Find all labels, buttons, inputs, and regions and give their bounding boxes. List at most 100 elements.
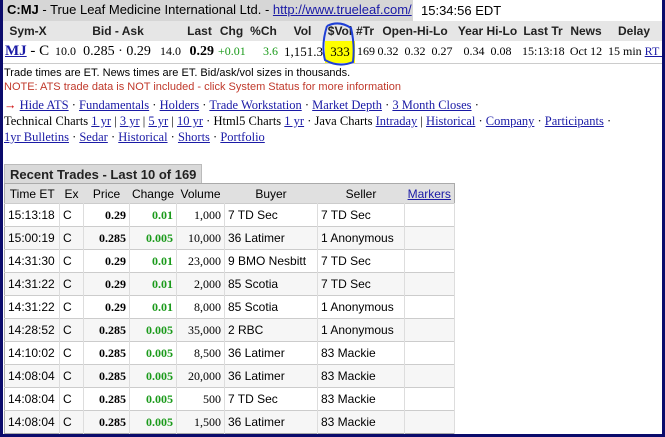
recent-trades-tab: Recent Trades - Last 10 of 169 xyxy=(4,164,203,184)
trade-change: 0.005 xyxy=(129,410,177,434)
clock: 15:34:56 EDT xyxy=(421,3,502,18)
trade-row: 14:08:04 C 0.285 0.005 20,000 36 Latimer 83 Ma… xyxy=(4,364,455,388)
link-fundamentals[interactable]: Fundamentals xyxy=(79,98,149,112)
trade-time: 14:08:04 xyxy=(4,364,60,388)
trade-time: 14:31:30 xyxy=(4,249,60,273)
trade-buyer: 36 Latimer xyxy=(224,410,318,434)
trade-change: 0.01 xyxy=(129,295,177,319)
trade-markers xyxy=(404,295,455,319)
percent-change: 3.6 xyxy=(247,41,280,64)
link-market-depth[interactable]: Market Depth xyxy=(312,98,382,112)
trade-change: 0.005 xyxy=(129,387,177,411)
dollar-volume: 333 xyxy=(325,41,355,64)
header-chg: Chg xyxy=(216,21,247,41)
company-url-link[interactable]: http://www.trueleaf.com/ xyxy=(273,2,412,17)
header-bid-ask: Bid - Ask xyxy=(53,21,183,41)
trade-seller: 7 TD Sec xyxy=(317,272,405,296)
quote-header-row: Sym-X Bid - Ask Last Chg %Ch Vol $Vol #T… xyxy=(3,21,662,41)
trade-markers xyxy=(404,341,455,365)
open-hi-lo: 0.32 0.32 0.27 xyxy=(375,41,455,64)
trade-price: 0.29 xyxy=(83,203,130,227)
trade-row: 15:13:18 C 0.29 0.01 1,000 7 TD Sec 7 TD Sec xyxy=(4,203,455,227)
bid-ask: 0.285 · 0.29 xyxy=(77,41,157,64)
trade-change: 0.005 xyxy=(129,364,177,388)
trade-buyer: 85 Scotia xyxy=(224,295,318,319)
link-tech-10yr[interactable]: 10 yr xyxy=(177,114,203,128)
trade-exchange: C xyxy=(59,341,84,365)
quote-row: MJ - C 10.0 0.285 · 0.29 14.0 0.29 +0.01… xyxy=(3,41,662,64)
header-ex: Ex xyxy=(59,183,84,204)
recent-trades-table: Time ET Ex Price Change Volume Buyer Sel… xyxy=(4,183,455,434)
link-3-month-closes[interactable]: 3 Month Closes xyxy=(392,98,471,112)
trade-buyer: 2 RBC xyxy=(224,318,318,342)
ask: 0.29 xyxy=(126,43,151,59)
company-name: - True Leaf Medicine International Ltd. … xyxy=(38,2,273,17)
header-seller: Seller xyxy=(317,183,405,204)
trade-volume: 1,500 xyxy=(176,410,225,434)
link-company[interactable]: Company xyxy=(486,114,535,128)
link-intraday[interactable]: Intraday xyxy=(376,114,418,128)
trade-exchange: C xyxy=(59,226,84,250)
trade-buyer: 7 TD Sec xyxy=(224,387,318,411)
link-bar: → Hide ATS · Fundamentals · Holders · Tr… xyxy=(4,98,612,144)
trade-exchange: C xyxy=(59,272,84,296)
arrow-right-icon: → xyxy=(4,98,17,112)
trade-volume: 35,000 xyxy=(176,318,225,342)
trade-seller: 1 Anonymous xyxy=(317,226,405,250)
trade-buyer: 7 TD Sec xyxy=(224,203,318,227)
trade-price: 0.29 xyxy=(83,272,130,296)
trade-row: 14:31:30 C 0.29 0.01 23,000 9 BMO Nesbitt 7 TD… xyxy=(4,249,455,273)
trade-exchange: C xyxy=(59,249,84,273)
header-time: Time ET xyxy=(4,183,60,204)
link-sedar[interactable]: Sedar xyxy=(79,130,107,144)
trade-time: 14:10:02 xyxy=(4,341,60,365)
symbol-link[interactable]: MJ xyxy=(5,43,27,59)
trades-header-row: Time ET Ex Price Change Volume Buyer Sel… xyxy=(4,183,455,204)
trade-exchange: C xyxy=(59,318,84,342)
symbol: C:MJ xyxy=(7,2,39,17)
link-holders[interactable]: Holders xyxy=(160,98,200,112)
trade-row: 14:31:22 C 0.29 0.01 8,000 85 Scotia 1 Anonymo… xyxy=(4,295,455,319)
header-news: News xyxy=(566,21,606,41)
link-shorts[interactable]: Shorts xyxy=(178,130,210,144)
link-1yr-bulletins[interactable]: 1yr Bulletins xyxy=(4,130,69,144)
trade-volume: 8,000 xyxy=(176,295,225,319)
header-price: Price xyxy=(83,183,130,204)
volume: 1,151.3 xyxy=(280,41,325,64)
trade-change: 0.01 xyxy=(129,272,177,296)
header-vol: Vol xyxy=(280,21,325,41)
trade-change: 0.005 xyxy=(129,318,177,342)
link-java-historical[interactable]: Historical xyxy=(426,114,475,128)
markers-link[interactable]: Markers xyxy=(408,187,451,201)
trade-seller: 83 Mackie xyxy=(317,387,405,411)
trade-volume: 500 xyxy=(176,387,225,411)
trade-row: 14:08:04 C 0.285 0.005 1,500 36 Latimer 83 Mac… xyxy=(4,410,455,434)
trade-row: 15:00:19 C 0.285 0.005 10,000 36 Latimer 1 Ano… xyxy=(4,226,455,250)
link-historical[interactable]: Historical xyxy=(118,130,167,144)
trade-row: 14:10:02 C 0.285 0.005 8,500 36 Latimer 83 Mac… xyxy=(4,341,455,365)
trade-markers xyxy=(404,410,455,434)
link-hide-ats[interactable]: Hide ATS xyxy=(20,98,69,112)
header-last: Last xyxy=(183,21,216,41)
trade-time: 14:08:04 xyxy=(4,387,60,411)
trade-price: 0.29 xyxy=(83,249,130,273)
trade-volume: 20,000 xyxy=(176,364,225,388)
trade-exchange: C xyxy=(59,387,84,411)
trade-volume: 2,000 xyxy=(176,272,225,296)
header-open-hi-lo: Open-Hi-Lo xyxy=(375,21,455,41)
realtime-link[interactable]: RT 2 xyxy=(645,44,662,58)
trade-markers xyxy=(404,272,455,296)
trade-time: 14:08:04 xyxy=(4,410,60,434)
link-tech-5yr[interactable]: 5 yr xyxy=(148,114,168,128)
link-tech-3yr[interactable]: 3 yr xyxy=(120,114,140,128)
header-buyer: Buyer xyxy=(224,183,318,204)
trade-seller: 83 Mackie xyxy=(317,364,405,388)
link-html5-1yr[interactable]: 1 yr xyxy=(284,114,304,128)
trade-change: 0.01 xyxy=(129,249,177,273)
link-trade-workstation[interactable]: Trade Workstation xyxy=(209,98,301,112)
link-tech-1yr[interactable]: 1 yr xyxy=(91,114,111,128)
link-participants[interactable]: Participants xyxy=(545,114,604,128)
link-portfolio[interactable]: Portfolio xyxy=(220,130,264,144)
trade-markers xyxy=(404,249,455,273)
trade-seller: 83 Mackie xyxy=(317,341,405,365)
